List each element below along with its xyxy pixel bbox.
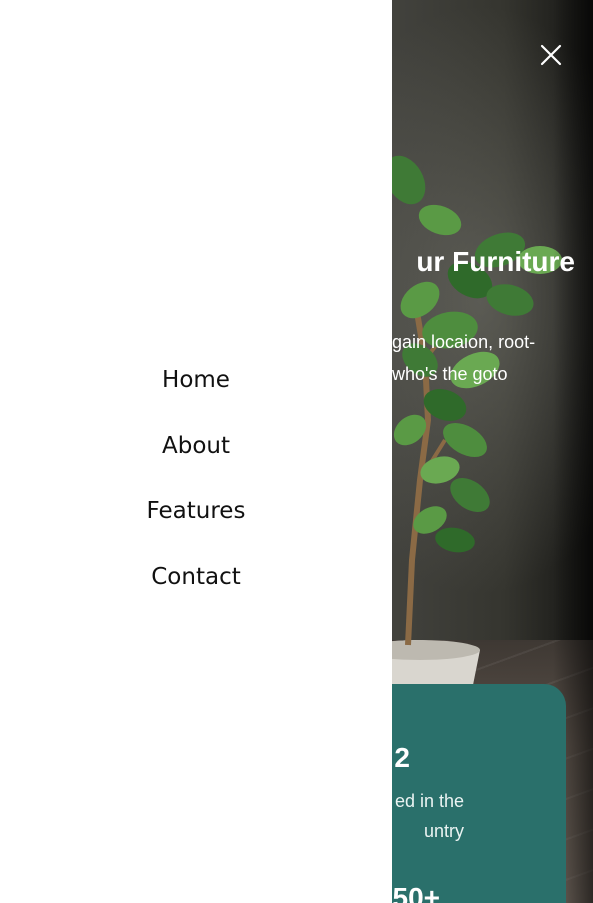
nav-item-home[interactable]: Home: [0, 360, 392, 426]
hero-description: gain locaion, root- who's the goto: [392, 326, 592, 390]
close-icon: [540, 44, 562, 66]
drawer-nav: Home About Features Contact: [0, 360, 392, 622]
nav-item-about[interactable]: About: [0, 426, 392, 492]
nav-item-contact[interactable]: Contact: [0, 557, 392, 623]
nav-drawer: Home About Features Contact: [0, 0, 392, 903]
nav-item-features[interactable]: Features: [0, 491, 392, 557]
hero-description-line: who's the goto: [392, 364, 508, 384]
hero-description-line: gain locaion, root-: [392, 332, 536, 352]
close-button[interactable]: [536, 40, 566, 70]
